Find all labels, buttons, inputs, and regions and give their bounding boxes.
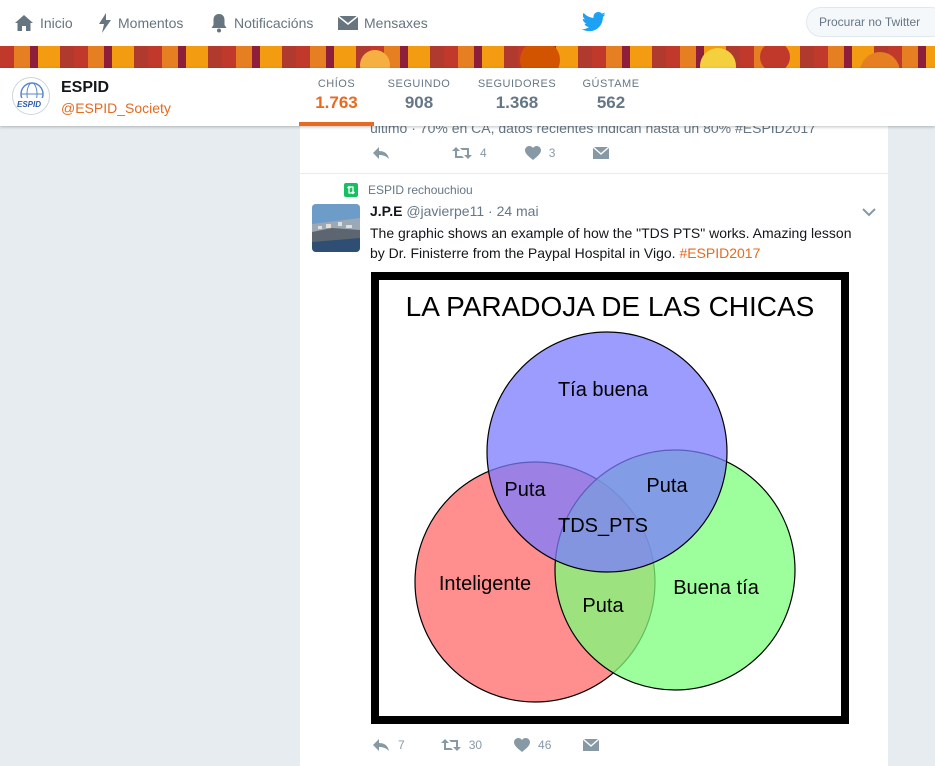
profile-handle[interactable]: @ESPID_Society (61, 100, 171, 116)
envelope-icon (583, 738, 600, 751)
espid-logo-icon (19, 82, 45, 107)
bell-icon (211, 14, 227, 33)
retweet-button[interactable]: 4 (452, 146, 487, 160)
tweet-author-handle[interactable]: @javierpe11 (406, 203, 484, 219)
reply-button[interactable] (372, 146, 398, 160)
tweet-actions: 7 30 46 (372, 738, 643, 752)
profile-name[interactable]: ESPID (61, 79, 109, 97)
retweet-icon (440, 739, 461, 751)
venn-label-top-left: Puta (504, 479, 546, 501)
tweet-author-name[interactable]: J.P.E (370, 203, 402, 219)
stat-likes[interactable]: GÚSTAME 562 (578, 78, 644, 113)
venn-label-top-right: Puta (646, 475, 688, 497)
stat-tweets-value: 1.763 (315, 93, 358, 112)
chevron-down-icon (862, 208, 876, 217)
stat-following-label: SEGUINDO (387, 78, 451, 90)
reply-button[interactable]: 7 (372, 738, 405, 752)
stat-following-value: 908 (404, 93, 434, 112)
tweet-author-avatar[interactable] (312, 204, 360, 252)
twitter-bird-icon[interactable] (581, 12, 606, 37)
like-count: 3 (548, 146, 556, 160)
nav-notifications-label: Notificacións (234, 15, 314, 31)
nav-messages-label: Mensaxes (364, 15, 428, 31)
active-tab-indicator (299, 122, 374, 126)
top-navigation: Inicio Momentos Notificacións Mensaxes (0, 0, 935, 46)
like-count: 46 (538, 738, 552, 752)
envelope-icon (338, 15, 358, 30)
tweet-hashtag[interactable]: #ESPID2017 (679, 245, 760, 261)
reply-icon (373, 739, 389, 751)
nav-moments-label: Momentos (118, 15, 184, 31)
venn-label-right: Buena tía (673, 577, 760, 599)
like-button[interactable]: 3 (524, 146, 556, 160)
stat-following[interactable]: SEGUINDO 908 (384, 78, 454, 113)
lightning-icon (99, 13, 111, 33)
stat-tweets[interactable]: CHÍOS 1.763 (299, 78, 374, 113)
stat-followers[interactable]: SEGUIDORES 1.368 (474, 78, 560, 113)
home-icon (15, 15, 33, 31)
envelope-icon (593, 146, 610, 159)
stat-likes-value: 562 (596, 93, 626, 112)
tweet-media-image[interactable]: LA PARADOJA DE LAS CHICAS Tía buena Inte… (371, 272, 849, 724)
nav-messages[interactable]: Mensaxes (338, 12, 428, 34)
heart-icon (514, 738, 531, 752)
stat-tweets-label: CHÍOS (317, 78, 356, 90)
nav-moments[interactable]: Momentos (98, 12, 183, 34)
stat-followers-label: SEGUIDORES (477, 78, 557, 90)
like-button[interactable]: 46 (514, 738, 551, 752)
venn-label-bottom: Puta (582, 595, 624, 617)
search-input[interactable] (806, 7, 935, 37)
tweet-text: The graphic shows an example of how the … (370, 223, 870, 263)
direct-message-button[interactable] (583, 738, 607, 752)
nav-notifications[interactable]: Notificacións (210, 12, 313, 34)
tweet-date[interactable]: 24 mai (497, 203, 539, 219)
timeline: último · 70% en CA, datos recientes indi… (299, 120, 889, 766)
reply-count: 7 (398, 738, 405, 752)
heart-icon (524, 146, 541, 160)
tweet-body: The graphic shows an example of how the … (370, 225, 852, 261)
profile-bar: ESPID ESPID @ESPID_Society CHÍOS 1.763 S… (0, 68, 935, 126)
nav-home-label: Inicio (40, 15, 73, 31)
retweet-button[interactable]: 30 (440, 738, 483, 752)
venn-label-top: Tía buena (558, 379, 649, 401)
retweet-badge-icon (344, 183, 358, 197)
reply-icon (373, 147, 389, 159)
venn-label-center: TDS_PTS (558, 515, 648, 537)
profile-avatar[interactable]: ESPID (12, 77, 50, 115)
tweet-menu-button[interactable] (862, 204, 876, 222)
venn-title: LA PARADOJA DE LAS CHICAS (406, 291, 815, 322)
tweet-divider (300, 173, 888, 174)
retweet-context-label[interactable]: ESPID rechouchiou (368, 183, 473, 197)
tweet-header: J.P.E @javierpe11 · 24 mai (370, 203, 539, 219)
stat-likes-label: GÚSTAME (582, 78, 640, 90)
venn-diagram: LA PARADOJA DE LAS CHICAS Tía buena Inte… (379, 280, 841, 716)
nav-home[interactable]: Inicio (14, 12, 73, 34)
previous-tweet-actions: 4 3 (372, 146, 653, 160)
venn-label-left: Inteligente (439, 573, 531, 595)
stat-followers-value: 1.368 (495, 93, 539, 112)
profile-banner (0, 46, 935, 68)
retweet-count: 30 (468, 738, 483, 752)
direct-message-button[interactable] (593, 146, 617, 160)
avatar-logo-text: ESPID (17, 100, 42, 109)
tweet-separator: · (488, 203, 493, 219)
retweet-count: 4 (480, 146, 487, 160)
retweet-icon (452, 147, 472, 159)
retweet-context: ESPID rechouchiou (344, 183, 473, 197)
